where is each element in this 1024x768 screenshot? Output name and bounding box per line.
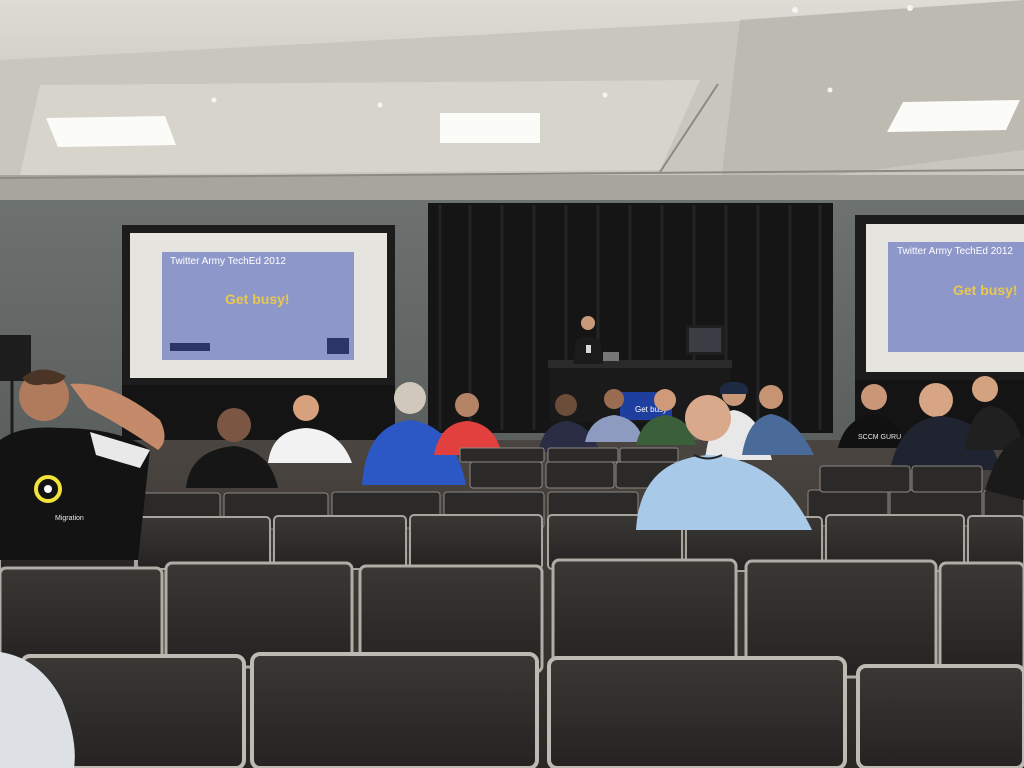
- sccm-shirt-text: SCCM GURU: [858, 434, 901, 441]
- wall-speaker: [0, 335, 31, 381]
- left-projection-screen: Twitter Army TechEd 2012 Get busy!: [122, 225, 395, 445]
- ceiling: [0, 0, 1024, 205]
- left-slide-body: Get busy!: [225, 291, 290, 307]
- right-slide-body: Get busy!: [953, 282, 1018, 298]
- migration-shirt-text: Migration: [55, 515, 84, 522]
- chair-row: [20, 652, 1024, 768]
- scene-svg: Twitter Army TechEd 2012 Get busy! Twitt…: [0, 0, 1024, 768]
- conference-room-photo: Twitter Army TechEd 2012 Get busy! Twitt…: [0, 0, 1024, 768]
- right-slide-title: Twitter Army TechEd 2012: [897, 246, 1013, 257]
- left-slide-title: Twitter Army TechEd 2012: [170, 256, 286, 267]
